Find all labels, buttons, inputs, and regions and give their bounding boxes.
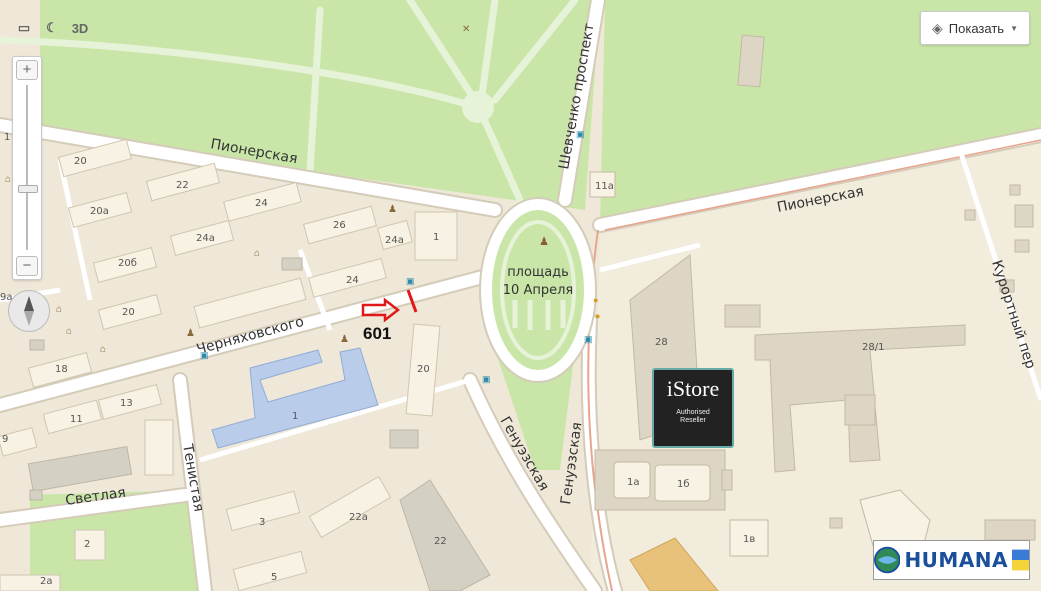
square-name-line1: площадь — [507, 265, 569, 280]
building-number: 20 — [74, 156, 87, 167]
bench-icon: ⌂ — [5, 174, 11, 185]
zoom-out-button[interactable]: − — [16, 256, 38, 276]
building-number: 22 — [176, 180, 189, 191]
building-number: 1в — [743, 534, 755, 545]
layers-button-label: Показать — [948, 20, 1005, 36]
monument-icon: ♟ — [186, 328, 195, 339]
bench-icon: ⌂ — [56, 304, 62, 315]
bus-stop-icon: ▣ — [406, 276, 415, 286]
humana-brand: HUMANA — [904, 548, 1009, 572]
monument-icon: ♟ — [340, 334, 349, 345]
building-number: 22 — [434, 536, 447, 547]
building-number: 11а — [595, 181, 614, 192]
building-number: 24 — [255, 198, 268, 209]
building-number: 20 — [122, 307, 135, 318]
traffic-icon[interactable]: ☾ — [38, 13, 66, 43]
chevron-down-icon: ▼ — [1010, 23, 1018, 33]
bench-icon: ⌂ — [254, 248, 260, 259]
layers-icon: ◈ — [932, 19, 943, 36]
square-name-line2: 10 Апреля — [503, 283, 573, 298]
building-number: 18 — [55, 364, 68, 375]
building-number: 20б — [118, 258, 137, 269]
bus-stop-icon: ▣ — [482, 374, 491, 384]
istore-brand: iStore — [666, 376, 720, 401]
building-number: 24 — [346, 275, 359, 286]
building-number: 5 — [271, 572, 277, 583]
building-number: 24а — [196, 233, 215, 244]
istore-line1: Authorised — [676, 409, 710, 416]
flag-icon — [1012, 549, 1029, 571]
building-number: 2 — [84, 539, 90, 550]
building-number: 2а — [40, 576, 53, 587]
layers-button[interactable]: ◈ Показать ▼ — [920, 11, 1030, 45]
building-number: 1б — [677, 479, 690, 490]
zoom-slider-track[interactable] — [26, 85, 28, 250]
building-number: 9 — [2, 434, 8, 445]
marker-label: 601 — [363, 324, 392, 343]
building-number: 11 — [70, 414, 83, 425]
building-number: 22а — [349, 512, 368, 523]
tram-stop-icon: ● — [595, 311, 600, 321]
bus-stop-icon: ▣ — [584, 334, 593, 344]
istore-poi[interactable]: iStore Authorised Reseller — [652, 368, 734, 448]
bench-icon: ⌂ — [66, 326, 72, 337]
building-number: 1а — [627, 477, 640, 488]
building-number: 1 — [4, 132, 10, 143]
building-number: 28/1 — [862, 342, 884, 353]
ruler-icon[interactable]: ▭ — [10, 13, 38, 43]
map-toolbar: ▭ ☾ 3D — [10, 12, 100, 44]
bench-icon: ⌂ — [100, 344, 106, 355]
humana-poi[interactable]: HUMANA — [873, 540, 1030, 580]
building-number: 1 — [292, 411, 298, 422]
building-number: 28 — [655, 337, 668, 348]
zoom-slider-thumb[interactable] — [18, 185, 38, 193]
zoom-in-button[interactable]: + — [16, 60, 38, 80]
building-number: 1 — [433, 232, 439, 243]
compass-icon — [24, 296, 34, 326]
building-number: 3 — [259, 517, 265, 528]
bus-stop-icon: ▣ — [576, 129, 585, 139]
sport-icon: ✕ — [462, 24, 470, 35]
globe-icon — [874, 546, 901, 574]
istore-line2: Reseller — [680, 417, 706, 424]
monument-icon: ♟ — [539, 236, 549, 248]
mode-3d-button[interactable]: 3D — [66, 13, 94, 43]
building-number: 20а — [90, 206, 109, 217]
building-number: 20 — [417, 364, 430, 375]
building-number: 13 — [120, 398, 133, 409]
building-number: 24а — [385, 235, 404, 246]
building-number: 26 — [333, 220, 346, 231]
tram-stop-icon: ● — [593, 295, 598, 305]
zoom-control: + − — [12, 56, 42, 280]
map-canvas[interactable]: площадь 10 Апреля ♟ Пионерская Пионерска… — [0, 0, 1041, 591]
bus-stop-icon: ▣ — [200, 350, 209, 360]
monument-icon: ♟ — [388, 204, 397, 215]
compass-control[interactable] — [8, 290, 50, 332]
